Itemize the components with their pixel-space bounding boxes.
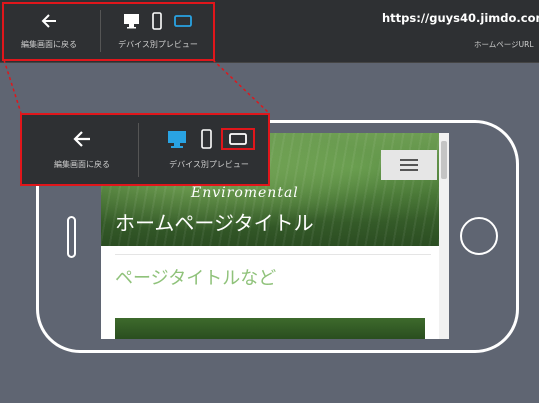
phone-speaker [67,216,76,258]
mobile-landscape-icon [229,133,247,145]
site-title: ホームページタイトル [115,211,314,235]
desktop-icon [168,131,186,148]
hamburger-menu-button[interactable] [381,150,437,180]
zoom-toolbar-divider [138,123,139,177]
arrow-left-icon [73,131,91,147]
zoomed-toolbar-panel: 編集画面に戻る デバイス別プレビュー [20,113,270,186]
site-subtitle: Enviromental [191,185,299,201]
content-divider [115,254,431,255]
content-image [115,318,425,339]
zoom-mobile-landscape-preview-button[interactable] [221,128,255,150]
zoom-device-preview-label: デバイス別プレビュー [169,160,249,169]
zoom-back-to-editor-button[interactable]: 編集画面に戻る [36,125,128,175]
page-title: ページタイトルなど [115,268,277,289]
zoom-desktop-preview-button[interactable] [167,130,187,149]
phone-home-button [460,217,498,255]
scrollbar-thumb[interactable] [441,141,447,179]
zoom-back-label: 編集画面に戻る [54,160,110,169]
preview-scrollbar[interactable] [439,133,449,339]
mobile-portrait-icon [201,129,212,149]
zoom-mobile-portrait-preview-button[interactable] [201,129,212,149]
